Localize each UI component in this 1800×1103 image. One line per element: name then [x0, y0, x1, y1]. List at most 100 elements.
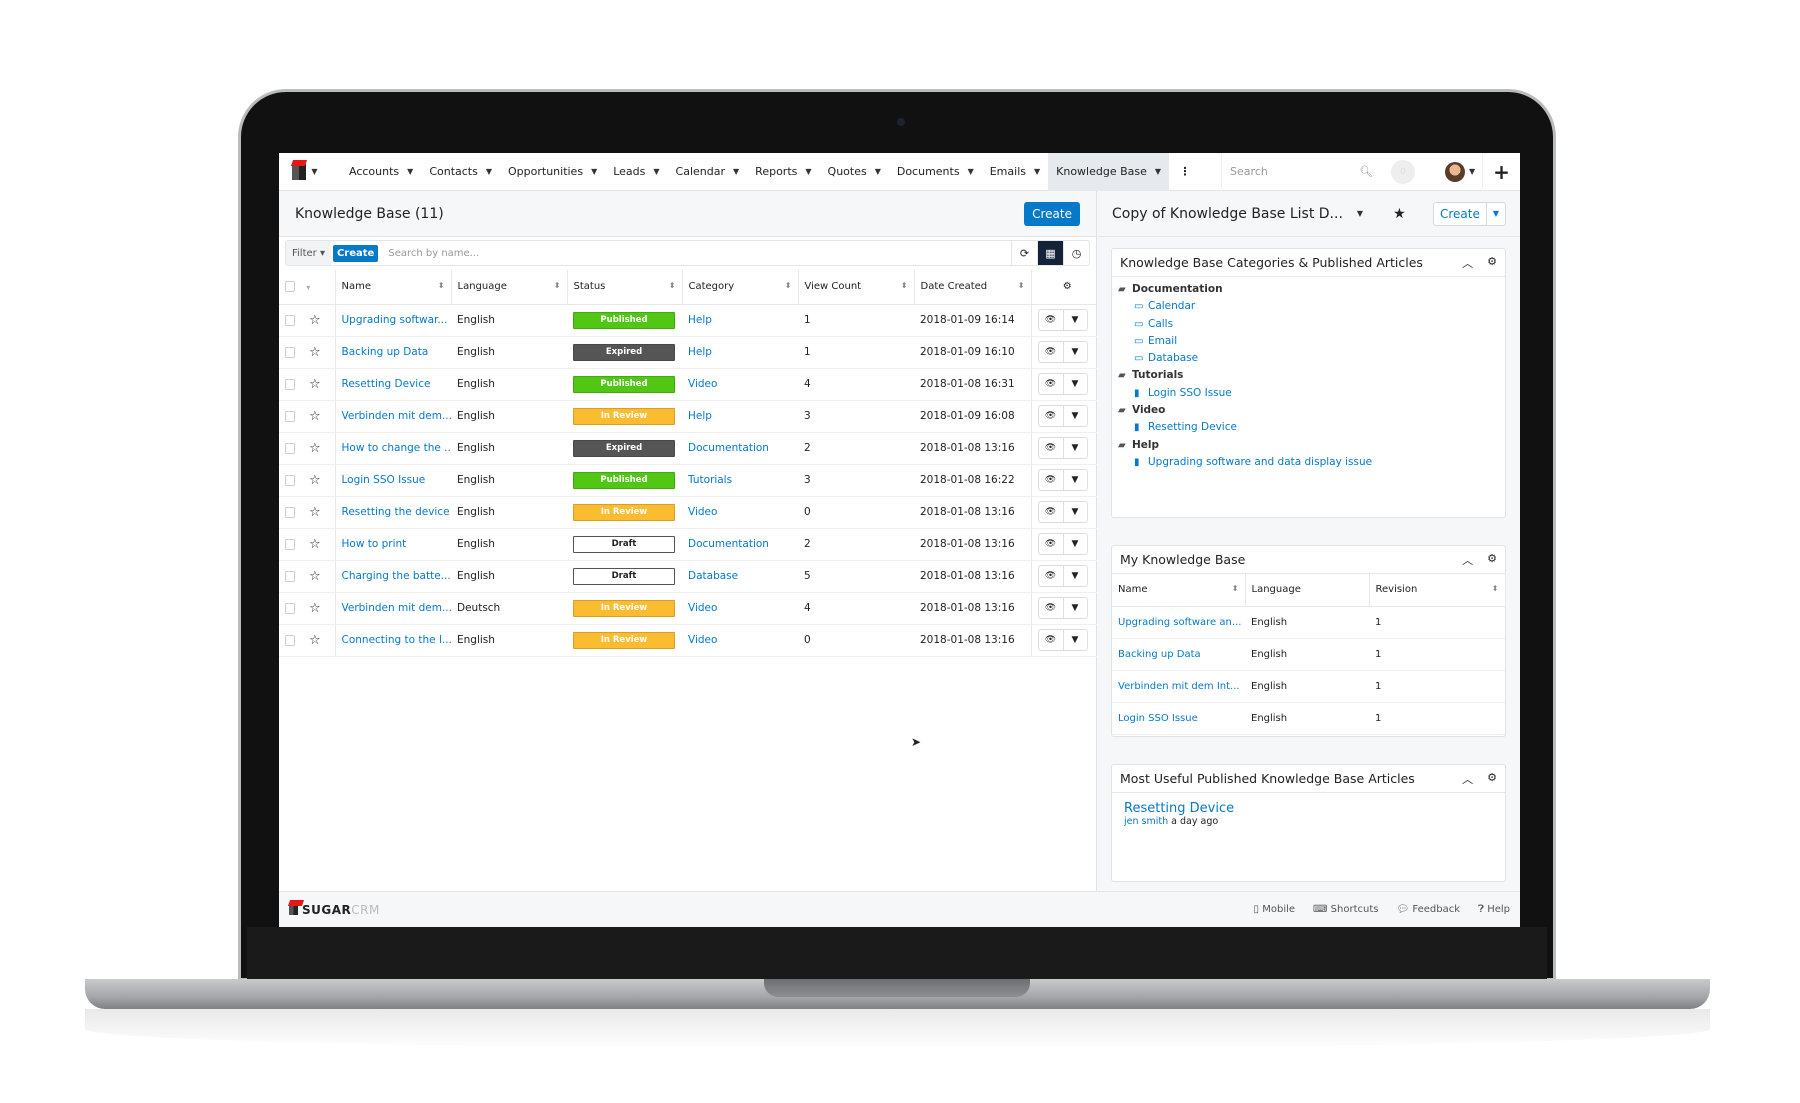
column-header-language[interactable]: Language ⬍	[451, 270, 568, 305]
column-header-view-count[interactable]: View Count ⬍	[798, 270, 915, 305]
tree-item-link[interactable]: Upgrading software and data display issu…	[1148, 456, 1372, 468]
preview-eye-icon[interactable]: 👁︎	[1039, 470, 1063, 490]
tree-category[interactable]: ▰ Tutorials	[1118, 367, 1499, 384]
collapse-icon[interactable]: ︿	[1462, 771, 1473, 787]
footer-link-help[interactable]: ❓︎ Help	[1478, 904, 1510, 915]
favorite-star-icon[interactable]: ☆	[309, 569, 321, 584]
kb-name-link[interactable]: Login SSO Issue	[1118, 713, 1198, 724]
column-settings-gear-icon[interactable]: ⚙	[1031, 270, 1097, 305]
dashboard-dropdown-icon[interactable]: ▼	[1357, 209, 1363, 218]
record-name-link[interactable]: Backing up Data	[342, 346, 429, 358]
row-checkbox[interactable]	[285, 379, 295, 390]
nav-item-opportunities[interactable]: Opportunities ▼	[500, 153, 605, 191]
row-checkbox[interactable]	[285, 635, 295, 646]
preview-eye-icon[interactable]: 👁︎	[1039, 534, 1063, 554]
caret-down-icon[interactable]: ▼	[875, 167, 881, 176]
caret-down-icon[interactable]: ▼	[591, 167, 597, 176]
row-checkbox[interactable]	[285, 347, 295, 358]
sort-icon[interactable]: ⬍	[785, 281, 792, 290]
tree-item[interactable]: ▭ Database	[1118, 350, 1499, 367]
nav-item-emails[interactable]: Emails ▼	[982, 153, 1048, 191]
tree-item[interactable]: ▭ Calls	[1118, 316, 1499, 333]
category-link[interactable]: Help	[688, 410, 712, 422]
favorite-star-icon[interactable]: ☆	[309, 473, 321, 488]
preview-eye-icon[interactable]: 👁︎	[1039, 374, 1063, 394]
category-link[interactable]: Video	[688, 506, 717, 518]
category-link[interactable]: Documentation	[688, 442, 769, 454]
column-header-language[interactable]: Language	[1245, 574, 1370, 607]
column-header-status[interactable]: Status ⬍	[567, 270, 683, 305]
row-actions-dropdown-icon[interactable]: ▼	[1062, 630, 1087, 650]
record-name-link[interactable]: Resetting Device	[342, 378, 431, 390]
nav-item-leads[interactable]: Leads ▼	[605, 153, 667, 191]
preview-eye-icon[interactable]: 👁︎	[1039, 630, 1063, 650]
record-name-link[interactable]: Resetting the device	[342, 506, 450, 518]
tree-item[interactable]: ▮ Upgrading software and data display iss…	[1118, 454, 1499, 471]
gear-icon[interactable]: ⚙	[1487, 552, 1497, 568]
tree-item-link[interactable]: Login SSO Issue	[1148, 387, 1232, 399]
row-actions-dropdown-icon[interactable]: ▼	[1062, 470, 1087, 490]
user-avatar[interactable]	[1445, 161, 1466, 182]
preview-eye-icon[interactable]: 👁︎	[1039, 438, 1063, 458]
row-actions-dropdown-icon[interactable]: ▼	[1062, 342, 1087, 362]
tree-item-link[interactable]: Resetting Device	[1148, 421, 1237, 433]
column-header-name[interactable]: Name ⬍	[1112, 574, 1246, 607]
filter-dropdown[interactable]: Filter ▾	[286, 241, 331, 265]
refresh-icon[interactable]: ⟳	[1011, 241, 1037, 265]
favorite-star-icon[interactable]: ☆	[309, 505, 321, 520]
filter-create-button[interactable]: Create	[332, 244, 379, 262]
category-link[interactable]: Video	[688, 602, 717, 614]
kb-name-link[interactable]: Upgrading software an...	[1118, 617, 1241, 628]
nav-item-calendar[interactable]: Calendar ▼	[668, 153, 748, 191]
category-link[interactable]: Database	[688, 570, 738, 582]
global-search[interactable]: Search 🔍︎	[1221, 153, 1381, 191]
favorite-star-icon[interactable]: ☆	[309, 345, 321, 360]
category-link[interactable]: Tutorials	[688, 474, 732, 486]
row-actions-dropdown-icon[interactable]: ▼	[1062, 566, 1087, 586]
tree-item[interactable]: ▭ Email	[1118, 333, 1499, 350]
author-link[interactable]: jen smith	[1124, 816, 1168, 827]
select-all-checkbox[interactable]: ▾	[279, 270, 336, 305]
tree-item-link[interactable]: Email	[1148, 335, 1177, 347]
gear-icon[interactable]: ⚙	[1487, 771, 1497, 787]
preview-eye-icon[interactable]: 👁︎	[1039, 598, 1063, 618]
dashboard-create-button[interactable]: Create ▼	[1432, 201, 1506, 226]
caret-down-icon[interactable]: ▼	[805, 167, 811, 176]
favorite-star-icon[interactable]: ☆	[309, 409, 321, 424]
kb-name-link[interactable]: Backing up Data	[1118, 649, 1201, 660]
record-name-link[interactable]: How to change the ...	[342, 442, 452, 454]
footer-link-feedback[interactable]: 💬︎ Feedback	[1396, 904, 1460, 915]
row-checkbox[interactable]	[285, 411, 295, 422]
preview-eye-icon[interactable]: 👁︎	[1039, 502, 1063, 522]
nav-item-quotes[interactable]: Quotes ▼	[820, 153, 889, 191]
favorite-star-icon[interactable]: ☆	[309, 537, 321, 552]
favorite-star-icon[interactable]: ☆	[309, 441, 321, 456]
tree-item-link[interactable]: Database	[1148, 352, 1198, 364]
footer-link-shortcuts[interactable]: ⌨ Shortcuts	[1313, 904, 1378, 915]
footer-link-mobile[interactable]: ▯ Mobile	[1254, 904, 1296, 915]
preview-eye-icon[interactable]: 👁︎	[1039, 406, 1063, 426]
column-header-revision[interactable]: Revision ⬍	[1369, 574, 1506, 607]
sort-icon[interactable]: ⬍	[669, 281, 676, 290]
nav-item-reports[interactable]: Reports ▼	[747, 153, 819, 191]
caret-down-icon[interactable]: ▼	[1155, 167, 1161, 176]
tree-item[interactable]: ▮ Resetting Device	[1118, 419, 1499, 436]
caret-down-icon[interactable]: ▼	[733, 167, 739, 176]
record-name-link[interactable]: Login SSO Issue	[342, 474, 426, 486]
row-checkbox[interactable]	[285, 507, 295, 518]
notifications-badge[interactable]: 0	[1391, 159, 1416, 184]
row-actions-dropdown-icon[interactable]: ▼	[1062, 502, 1087, 522]
more-modules-icon[interactable]: ⋮	[1169, 165, 1201, 178]
caret-down-icon[interactable]: ▼	[1034, 167, 1040, 176]
collapse-icon[interactable]: ︿	[1462, 255, 1473, 271]
record-name-link[interactable]: Upgrading softwar...	[342, 314, 448, 326]
preview-eye-icon[interactable]: 👁︎	[1039, 310, 1063, 330]
column-header-date-created[interactable]: Date Created ⬍	[914, 270, 1032, 305]
row-checkbox[interactable]	[285, 475, 295, 486]
caret-down-icon[interactable]: ▼	[1485, 202, 1505, 225]
favorite-star-icon[interactable]: ☆	[309, 377, 321, 392]
caret-down-icon[interactable]: ▼	[968, 167, 974, 176]
favorite-star-icon[interactable]: ☆	[309, 313, 321, 328]
favorite-star-icon[interactable]: ☆	[309, 633, 321, 648]
sort-icon[interactable]: ⬍	[1492, 584, 1499, 593]
